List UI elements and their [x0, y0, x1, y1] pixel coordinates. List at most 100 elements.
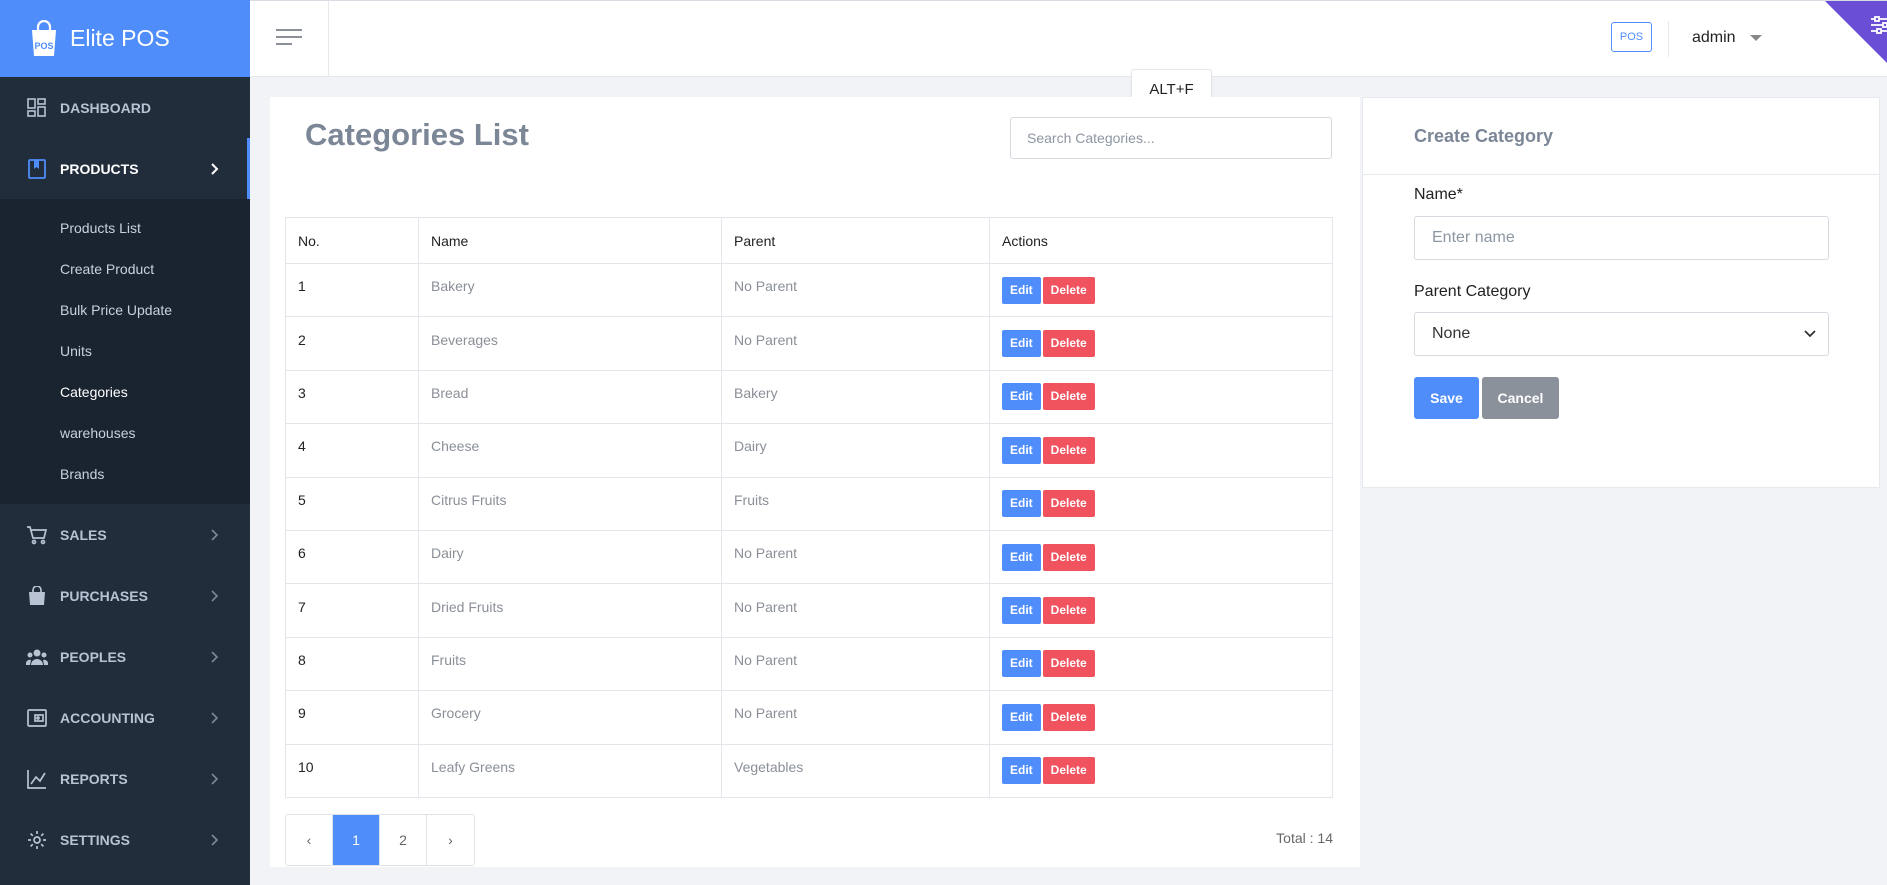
row-actions: Edit Delete	[989, 583, 1333, 638]
submenu-item-create-product[interactable]: Create Product	[0, 248, 250, 289]
edit-button[interactable]: Edit	[1002, 490, 1041, 518]
parent-category-select[interactable]: None	[1414, 312, 1829, 356]
table-row: 1 Bakery No Parent Edit Delete	[285, 262, 1333, 318]
sidebar-item-label: SETTINGS	[60, 831, 131, 848]
user-menu[interactable]: admin	[1692, 29, 1762, 47]
page-button-2[interactable]: 2	[380, 815, 427, 865]
chevron-right-icon	[210, 772, 220, 785]
sidebar-item-label: PRODUCTS	[60, 160, 139, 177]
parent-name: No Parent	[734, 545, 798, 562]
submenu-item-units[interactable]: Units	[0, 330, 250, 371]
row-actions: Edit Delete	[989, 316, 1333, 371]
sidebar-item-label: PURCHASES	[60, 587, 148, 604]
submenu-item-products-list[interactable]: Products List	[0, 207, 250, 248]
row-parent: Bakery	[721, 369, 990, 425]
row-name: Beverages	[418, 316, 722, 371]
submenu-item-bulk-price-update[interactable]: Bulk Price Update	[0, 289, 250, 330]
prev-page-button[interactable]: ‹	[286, 815, 333, 865]
table-row: 6 Dairy No Parent Edit Delete	[285, 529, 1333, 585]
corner-settings-toggle[interactable]	[1825, 1, 1887, 63]
sidebar-item-purchases[interactable]: PURCHASES	[0, 565, 250, 626]
sidebar-item-label: PEOPLES	[60, 648, 127, 665]
row-number-text: 1	[298, 278, 306, 295]
delete-button[interactable]: Delete	[1042, 383, 1095, 411]
parent-name: No Parent	[734, 705, 798, 722]
parent-name: No Parent	[734, 598, 798, 615]
delete-button[interactable]: Delete	[1042, 597, 1095, 625]
parent-name: Vegetables	[734, 758, 804, 775]
brand-name: Elite POS	[70, 25, 170, 51]
parent-name: Dairy	[734, 438, 767, 455]
delete-button[interactable]: Delete	[1042, 650, 1095, 678]
cancel-button[interactable]: Cancel	[1482, 377, 1559, 419]
search-input[interactable]	[1010, 117, 1332, 159]
chevron-right-icon	[210, 711, 220, 724]
table-header-row: No. Name Parent Actions	[285, 217, 1333, 264]
brand[interactable]: POS Elite POS	[0, 0, 250, 77]
edit-button[interactable]: Edit	[1002, 757, 1041, 785]
category-name: Fruits	[431, 651, 466, 668]
delete-button[interactable]: Delete	[1042, 330, 1095, 358]
chevron-right-icon	[210, 833, 220, 846]
edit-button[interactable]: Edit	[1002, 436, 1041, 464]
sidebar-item-accounting[interactable]: ACCOUNTING	[0, 687, 250, 748]
categories-table: No. Name Parent Actions 1 Bakery No Parent…	[285, 217, 1333, 798]
sidebar-item-settings[interactable]: SETTINGS	[0, 809, 250, 870]
sidebar-item-products[interactable]: PRODUCTS	[0, 138, 250, 199]
column-header-name[interactable]: Name	[418, 217, 722, 264]
row-number: 5	[285, 476, 419, 531]
edit-button[interactable]: Edit	[1002, 276, 1041, 304]
delete-button[interactable]: Delete	[1042, 703, 1095, 731]
delete-button[interactable]: Delete	[1042, 490, 1095, 518]
row-number: 2	[285, 316, 419, 371]
edit-button[interactable]: Edit	[1002, 597, 1041, 625]
row-name: Bakery	[418, 262, 722, 318]
row-name: Dairy	[418, 529, 722, 585]
parent-category-value: None	[1432, 325, 1471, 342]
edit-button[interactable]: Edit	[1002, 383, 1041, 411]
name-field[interactable]	[1414, 216, 1829, 260]
column-header-no[interactable]: No.	[285, 217, 419, 264]
row-number: 3	[285, 369, 419, 425]
next-page-button[interactable]: ›	[427, 815, 474, 865]
page-button-1[interactable]: 1	[333, 815, 380, 865]
sidebar-item-reports[interactable]: REPORTS	[0, 748, 250, 809]
submenu-item-warehouses[interactable]: warehouses	[0, 412, 250, 453]
edit-button[interactable]: Edit	[1002, 543, 1041, 571]
table-row: 5 Citrus Fruits Fruits Edit Delete	[285, 476, 1333, 531]
submenu-item-categories[interactable]: Categories	[0, 371, 250, 412]
save-button[interactable]: Save	[1414, 377, 1479, 419]
chevron-right-icon	[210, 528, 220, 541]
name-label: Name*	[1414, 186, 1463, 203]
edit-button[interactable]: Edit	[1002, 330, 1041, 358]
delete-button[interactable]: Delete	[1042, 757, 1095, 785]
row-parent: No Parent	[721, 690, 990, 745]
column-header-parent[interactable]: Parent	[721, 217, 990, 264]
category-name: Cheese	[431, 438, 480, 455]
sidebar-item-label: REPORTS	[60, 770, 128, 787]
row-parent: Fruits	[721, 476, 990, 531]
divider	[1668, 21, 1669, 57]
chevron-right-icon	[210, 650, 220, 663]
sidebar-item-label: DASHBOARD	[60, 99, 151, 116]
submenu-item-brands[interactable]: Brands	[0, 453, 250, 494]
row-number: 9	[285, 690, 419, 745]
row-name: Cheese	[418, 423, 722, 478]
sidebar-item-dashboard[interactable]: DASHBOARD	[0, 77, 250, 138]
edit-button[interactable]: Edit	[1002, 650, 1041, 678]
edit-button[interactable]: Edit	[1002, 703, 1041, 731]
table-row: 2 Beverages No Parent Edit Delete	[285, 316, 1333, 371]
sidebar-item-peoples[interactable]: PEOPLES	[0, 626, 250, 687]
row-parent: No Parent	[721, 636, 990, 692]
pos-button[interactable]: POS	[1611, 22, 1652, 52]
delete-button[interactable]: Delete	[1042, 543, 1095, 571]
table-row: 9 Grocery No Parent Edit Delete	[285, 690, 1333, 745]
category-name: Leafy Greens	[431, 758, 516, 775]
menu-toggle-button[interactable]	[250, 1, 329, 77]
chevron-right-icon	[210, 162, 220, 175]
row-number: 4	[285, 423, 419, 478]
delete-button[interactable]: Delete	[1042, 276, 1095, 304]
sidebar-item-sales[interactable]: SALES	[0, 504, 250, 565]
delete-button[interactable]: Delete	[1042, 436, 1095, 464]
sidebar-item-label: ACCOUNTING	[60, 709, 155, 726]
